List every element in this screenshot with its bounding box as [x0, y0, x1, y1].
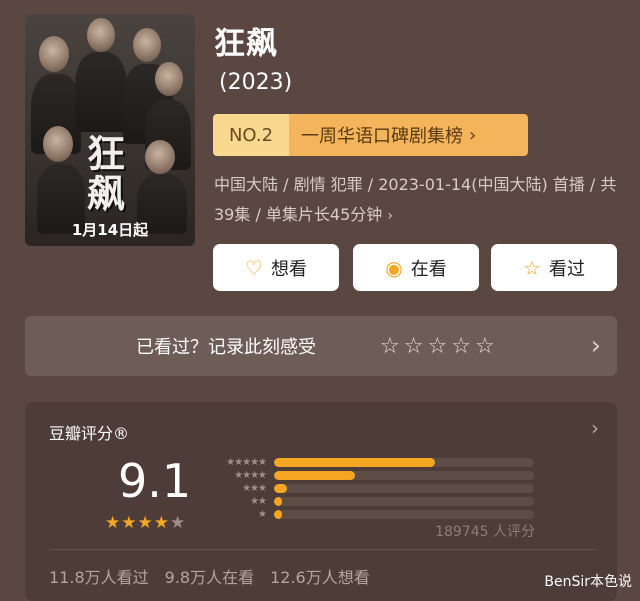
distribution-track	[274, 458, 534, 467]
distribution-stars-label: ★★★	[242, 483, 267, 494]
star-outline-icon[interactable]: ☆	[475, 334, 495, 359]
distribution-track	[274, 510, 534, 519]
watched-count: 11.8万人看过	[49, 568, 149, 587]
watching-label: 在看	[410, 258, 447, 280]
star-filled-icon: ★	[105, 513, 121, 533]
chevron-right-icon: ›	[469, 124, 477, 146]
rating-stars[interactable]: ☆ ☆ ☆ ☆ ☆	[380, 334, 495, 359]
distribution-track	[274, 484, 534, 493]
score-value: 9.1	[118, 454, 192, 508]
poster-figure	[75, 52, 127, 132]
distribution-stars-label: ★★	[250, 496, 267, 507]
star-filled-icon: ★	[153, 513, 169, 533]
distribution-fill	[274, 471, 355, 480]
want-count: 12.6万人想看	[270, 568, 370, 587]
poster-date-art: 1月14日起	[71, 221, 149, 239]
distribution-row: ★	[208, 508, 534, 521]
watched-button[interactable]: ☆ 看过	[491, 244, 617, 291]
score-title: 豆瓣评分®	[49, 424, 130, 443]
star-outline-icon[interactable]: ☆	[427, 334, 447, 359]
rank-list-link[interactable]: 一周华语口碑剧集榜 ›	[289, 114, 528, 156]
drama-meta-text: 中国大陆 / 剧情 犯罪 / 2023-01-14(中国大陆) 首播 / 共39…	[214, 175, 617, 224]
watermark: BenSir本色说	[544, 574, 632, 590]
drama-poster[interactable]: 狂飙 1月14日起	[25, 14, 195, 246]
heart-plus-icon: ♡	[245, 255, 263, 280]
poster-figure	[43, 126, 73, 162]
distribution-stars-label: ★★★★	[234, 470, 267, 481]
chevron-right-icon: ›	[387, 208, 393, 224]
drama-title: 狂飙	[214, 26, 278, 62]
watching-button[interactable]: ◉ 在看	[353, 244, 479, 291]
chevron-right-icon[interactable]: ›	[591, 416, 599, 440]
distribution-fill	[274, 484, 287, 493]
watching-count: 9.8万人在看	[164, 568, 255, 587]
distribution-row: ★★★★★	[208, 456, 534, 469]
drama-year: (2023)	[219, 70, 293, 95]
distribution-track	[274, 471, 534, 480]
drama-meta[interactable]: 中国大陆 / 剧情 犯罪 / 2023-01-14(中国大陆) 首播 / 共39…	[214, 170, 634, 231]
distribution-stars-label: ★	[258, 509, 267, 520]
watch-stats: 11.8万人看过 9.8万人在看 12.6万人想看	[49, 564, 370, 588]
rating-distribution: ★★★★★ ★★★★ ★★★ ★★ ★	[208, 456, 534, 521]
rank-number: NO.2	[213, 114, 289, 156]
star-half-icon: ★	[170, 513, 186, 533]
rate-prompt-text: 已看过？记录此刻感受	[136, 337, 316, 358]
in-progress-icon: ◉	[385, 255, 403, 280]
douban-score-card[interactable]: 豆瓣评分® › 9.1 ★ ★ ★ ★ ★ ★★★★★ ★★★★ ★★★ ★★ …	[25, 402, 617, 601]
chevron-right-icon[interactable]: ›	[591, 331, 601, 361]
rank-badge[interactable]: NO.2 一周华语口碑剧集榜 ›	[213, 114, 528, 156]
rank-list-name: 一周华语口碑剧集榜	[301, 126, 463, 147]
star-filled-icon: ★	[137, 513, 153, 533]
score-stars: ★ ★ ★ ★ ★	[105, 513, 185, 533]
distribution-row: ★★	[208, 495, 534, 508]
distribution-stars-label: ★★★★★	[226, 457, 267, 468]
distribution-fill	[274, 510, 282, 519]
poster-title-art: 狂飙	[87, 131, 126, 216]
star-outline-icon[interactable]: ☆	[451, 334, 471, 359]
distribution-fill	[274, 458, 436, 467]
divider	[49, 549, 597, 550]
poster-figure	[145, 140, 175, 174]
poster-figure	[133, 28, 161, 62]
poster-figure	[39, 36, 69, 72]
distribution-row: ★★★★	[208, 469, 534, 482]
watched-label: 看过	[548, 258, 585, 280]
star-outline-icon[interactable]: ☆	[404, 334, 424, 359]
rate-prompt-bar[interactable]: 已看过？记录此刻感受 ☆ ☆ ☆ ☆ ☆ ›	[25, 316, 617, 376]
distribution-fill	[274, 497, 282, 506]
want-to-watch-button[interactable]: ♡ 想看	[213, 244, 339, 291]
want-to-watch-label: 想看	[270, 258, 307, 280]
distribution-track	[274, 497, 534, 506]
distribution-row: ★★★	[208, 482, 534, 495]
poster-figure	[155, 62, 183, 96]
poster-figure	[87, 18, 115, 52]
star-filled-icon: ★	[121, 513, 137, 533]
vote-count: 189745 人评分	[435, 524, 535, 540]
star-outline-icon[interactable]: ☆	[380, 334, 400, 359]
star-icon: ☆	[523, 255, 541, 280]
